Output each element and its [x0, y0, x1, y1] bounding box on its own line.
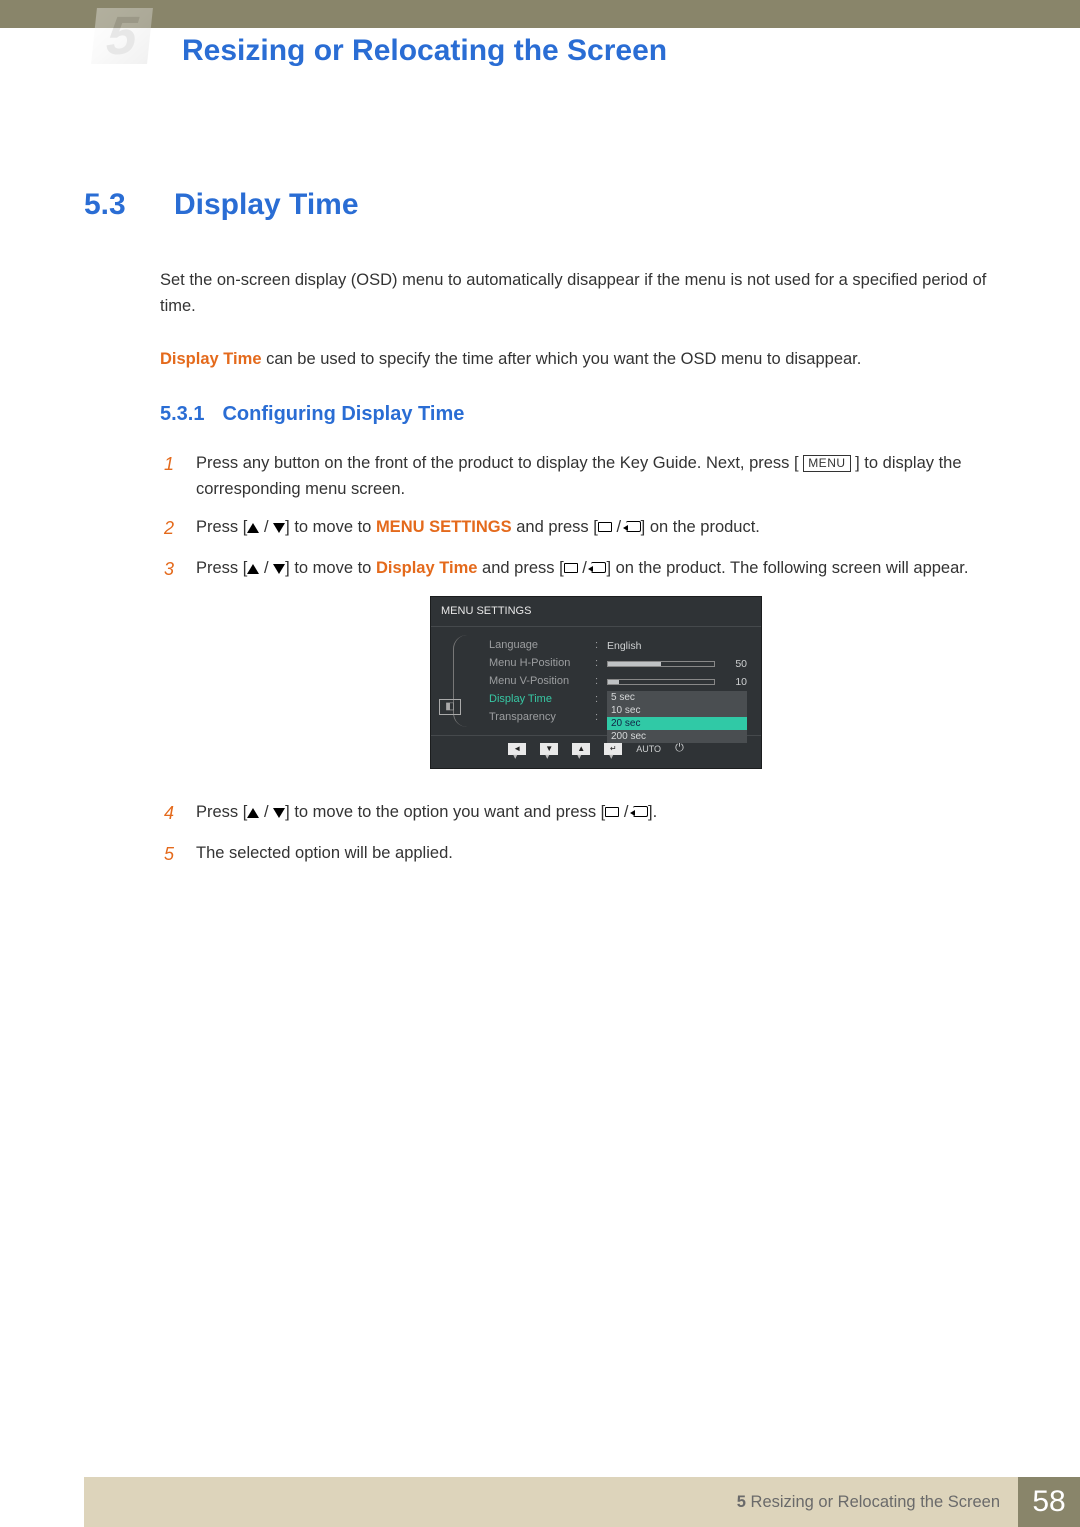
- section-title: Display Time: [174, 188, 359, 222]
- enter-key-icon: [626, 521, 641, 532]
- up-arrow-icon: [247, 808, 259, 818]
- subsection-title: Configuring Display Time: [222, 403, 464, 426]
- step-number: 2: [160, 514, 174, 543]
- down-arrow-icon: [273, 808, 285, 818]
- intro-paragraph-1: Set the on-screen display (OSD) menu to …: [160, 268, 996, 319]
- osd-option: 5 sec: [607, 691, 747, 704]
- intro-paragraph-2: Display Time can be used to specify the …: [160, 347, 996, 373]
- osd-slider: [607, 679, 715, 685]
- step-number: 5: [160, 840, 174, 869]
- chapter-number-badge: 5: [91, 8, 153, 64]
- osd-nav-down-icon: ▼: [540, 743, 558, 755]
- osd-row-label: Menu H-Position: [489, 655, 589, 673]
- osd-row-label: Transparency: [489, 709, 589, 727]
- osd-nav-enter-icon: ↵: [604, 743, 622, 755]
- osd-nav-auto-label: AUTO: [636, 742, 661, 756]
- footer-chapter-ref: 5 Resizing or Relocating the Screen: [737, 1493, 1000, 1512]
- source-key-icon: [564, 563, 578, 573]
- section-number: 5.3: [84, 188, 144, 222]
- osd-section-icon: ◧: [439, 699, 461, 715]
- enter-key-icon: [591, 562, 606, 573]
- page-number: 58: [1018, 1477, 1080, 1527]
- osd-slider: [607, 661, 715, 667]
- osd-row-label: Menu V-Position: [489, 673, 589, 691]
- osd-screenshot: MENU SETTINGS ◧ Language : English: [430, 596, 762, 769]
- osd-row-label-active: Display Time: [489, 691, 589, 709]
- down-arrow-icon: [273, 523, 285, 533]
- subsection-number: 5.3.1: [160, 403, 204, 426]
- step-number: 4: [160, 799, 174, 828]
- osd-option: 10 sec: [607, 704, 747, 717]
- source-key-icon: [598, 522, 612, 532]
- step-text: Press [ / ] to move to Display Time and …: [196, 555, 996, 787]
- osd-row-label: Language: [489, 637, 589, 655]
- source-key-icon: [605, 807, 619, 817]
- step-number: 1: [160, 450, 174, 503]
- osd-row-value: English: [607, 638, 747, 655]
- osd-nav-up-icon: ▲: [572, 743, 590, 755]
- step-text: Press [ / ] to move to the option you wa…: [196, 799, 996, 828]
- osd-nav-back-icon: ◄: [508, 743, 526, 755]
- osd-option: 200 sec: [607, 730, 747, 743]
- page-footer: 5 Resizing or Relocating the Screen 58: [0, 1477, 1080, 1527]
- osd-dropdown: 5 sec 10 sec 20 sec 200 sec: [607, 691, 747, 743]
- osd-row-value: 10: [721, 674, 747, 691]
- step-text: The selected option will be applied.: [196, 840, 996, 869]
- up-arrow-icon: [247, 564, 259, 574]
- osd-title: MENU SETTINGS: [431, 597, 761, 628]
- step-text: Press any button on the front of the pro…: [196, 450, 996, 503]
- down-arrow-icon: [273, 564, 285, 574]
- chapter-title: Resizing or Relocating the Screen: [182, 34, 667, 68]
- step-text: Press [ / ] to move to MENU SETTINGS and…: [196, 514, 996, 543]
- menu-key-icon: MENU: [803, 455, 850, 472]
- display-time-emphasis: Display Time: [160, 350, 262, 368]
- osd-row-value: 50: [721, 656, 747, 673]
- osd-option-selected: 20 sec: [607, 717, 747, 730]
- top-banner: [0, 0, 1080, 28]
- up-arrow-icon: [247, 523, 259, 533]
- step-number: 3: [160, 555, 174, 787]
- enter-key-icon: [633, 806, 648, 817]
